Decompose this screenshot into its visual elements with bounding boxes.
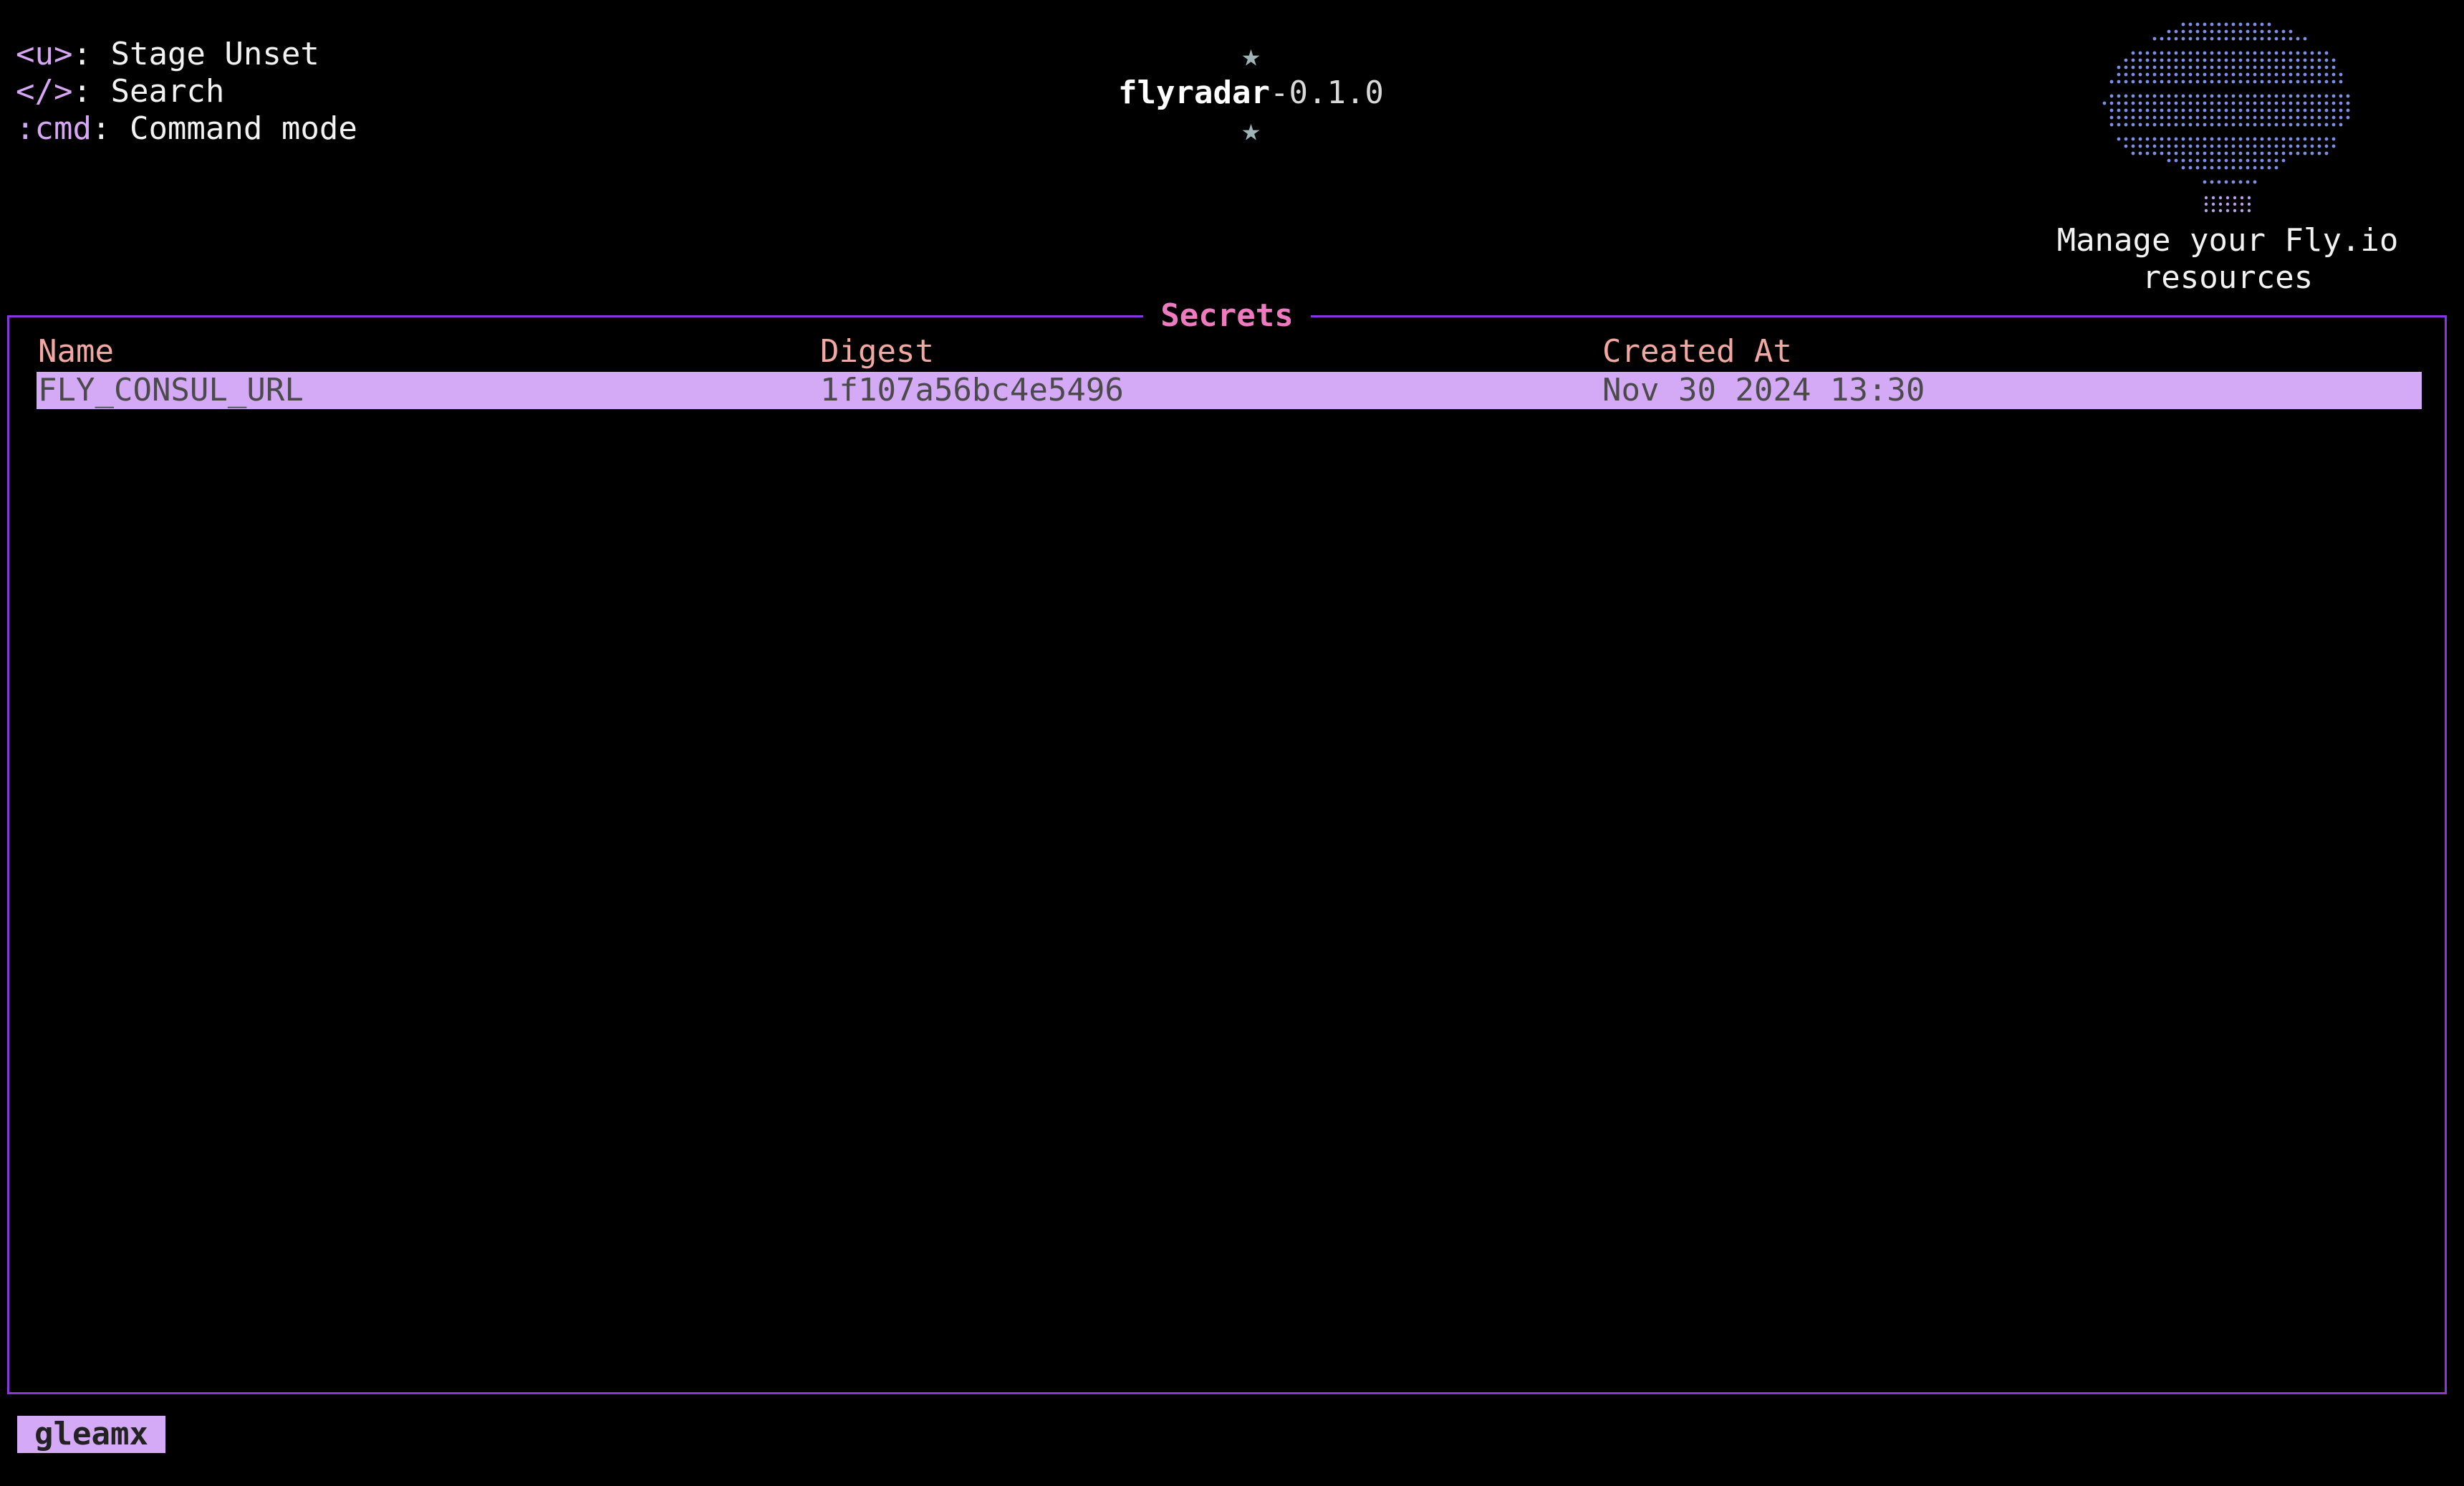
keybinding-help: <u>: Stage Unset </>: Search :cmd: Comma… bbox=[16, 36, 357, 148]
column-header-created-at[interactable]: Created At bbox=[1602, 333, 1792, 370]
panel-title: Secrets bbox=[9, 297, 2445, 335]
help-row-search: </>: Search bbox=[16, 73, 225, 110]
column-header-digest[interactable]: Digest bbox=[820, 333, 934, 370]
column-header-name[interactable]: Name bbox=[38, 333, 114, 370]
secret-name: FLY_CONSUL_URL bbox=[38, 372, 304, 408]
star-icon: ★ bbox=[1241, 37, 1261, 74]
help-row-stage: <u>: Stage Unset bbox=[16, 36, 319, 72]
fly-balloon-dot-logo-icon bbox=[2102, 22, 2350, 213]
secret-created-at: Nov 30 2024 13:30 bbox=[1602, 372, 1925, 408]
help-row-command: :cmd: Command mode bbox=[16, 110, 357, 147]
help-key: :cmd bbox=[16, 110, 92, 147]
table-header: Name Digest Created At bbox=[37, 333, 2422, 370]
secrets-table: Name Digest Created At FLY_CONSUL_URL 1f… bbox=[37, 333, 2422, 409]
app-title: ★ flyradar-0.1.0 ★ bbox=[0, 0, 2464, 149]
help-desc: Search bbox=[110, 73, 225, 110]
table-row[interactable]: FLY_CONSUL_URL 1f107a56bc4e5496 Nov 30 2… bbox=[37, 372, 2422, 409]
help-key: <u> bbox=[16, 36, 73, 72]
app-name: flyradar bbox=[1118, 75, 1270, 111]
help-desc: Command mode bbox=[129, 110, 357, 147]
tagline: Manage your Fly.io resources bbox=[2056, 222, 2399, 296]
secrets-panel: Secrets Name Digest Created At FLY_CONSU… bbox=[7, 297, 2447, 1394]
help-desc: Stage Unset bbox=[110, 36, 319, 72]
star-icon: ★ bbox=[1241, 112, 1261, 148]
app-version: -0.1.0 bbox=[1269, 75, 1384, 111]
help-key: </> bbox=[16, 73, 73, 110]
context-badge: gleamx bbox=[17, 1416, 165, 1453]
secret-digest: 1f107a56bc4e5496 bbox=[820, 372, 1124, 408]
